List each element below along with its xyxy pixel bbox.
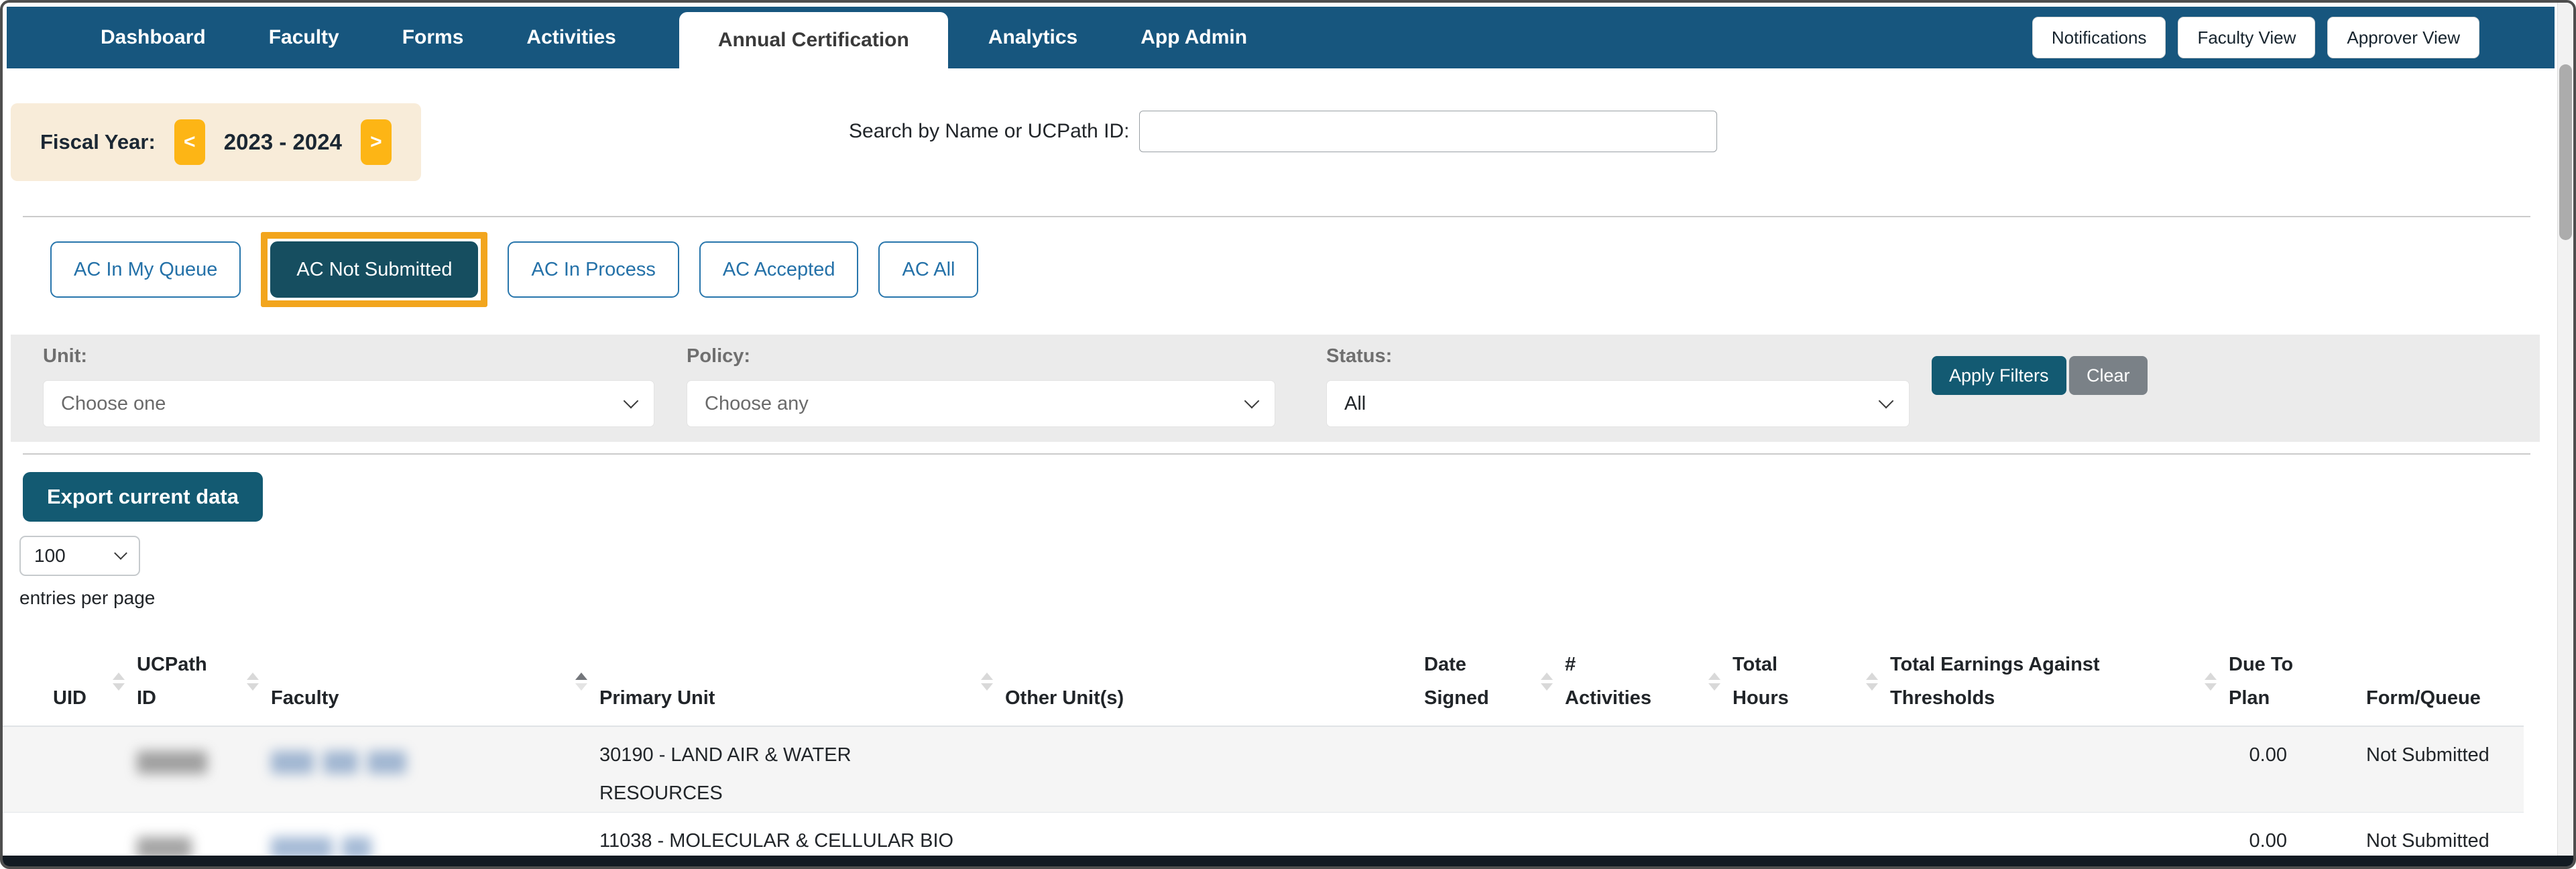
page-size-select[interactable]: 100	[19, 536, 140, 576]
cell-date-signed	[1424, 727, 1565, 813]
col-header-primary-unit[interactable]: Primary Unit	[599, 626, 1005, 726]
nav-app-admin[interactable]: App Admin	[1140, 7, 1247, 68]
selected-tab-highlight: AC Not Submitted	[261, 232, 488, 307]
nav-annual-certification[interactable]: Annual Certification	[679, 12, 948, 68]
nav-activities[interactable]: Activities	[526, 7, 616, 68]
top-nav: Dashboard Faculty Forms Activities Annua…	[7, 7, 2555, 68]
col-header-date-signed[interactable]: Date Signed	[1424, 626, 1565, 726]
sort-icon[interactable]	[1541, 673, 1553, 691]
cell-ucpath-id-redacted	[137, 727, 271, 813]
col-header-uid[interactable]: UID	[53, 626, 137, 726]
footer-bar	[3, 856, 2573, 866]
search-label: Search by Name or UCPath ID:	[849, 120, 1130, 142]
col-header-form-queue: Form/Queue	[2366, 687, 2481, 709]
cell-total-hours	[1733, 727, 1890, 813]
cell-total-earnings	[1890, 727, 2229, 813]
fiscal-year-value: 2023 - 2024	[223, 129, 342, 154]
sort-icon[interactable]	[113, 673, 125, 691]
sort-icon[interactable]	[2205, 673, 2217, 691]
nav-analytics[interactable]: Analytics	[988, 7, 1077, 68]
cell-form-queue: Not Submitted	[2366, 744, 2490, 766]
redacted-link	[323, 751, 358, 774]
page-size-value: 100	[34, 545, 66, 566]
filter-panel: Unit: Choose one Policy: Choose any Stat…	[11, 335, 2540, 442]
search-row: Search by Name or UCPath ID:	[849, 110, 1717, 153]
tab-ac-in-my-queue[interactable]: AC In My Queue	[50, 241, 241, 298]
col-header-total-hours[interactable]: Total Hours	[1733, 626, 1890, 726]
status-select-value: All	[1344, 392, 1366, 414]
tab-ac-accepted[interactable]: AC Accepted	[699, 241, 859, 298]
tab-ac-not-submitted[interactable]: AC Not Submitted	[270, 241, 479, 298]
divider	[23, 453, 2530, 455]
apply-filters-button[interactable]: Apply Filters	[1932, 356, 2066, 395]
status-filter-label: Status:	[1326, 345, 1393, 367]
chevron-down-icon	[1244, 393, 1260, 409]
cell-other-units	[1005, 727, 1424, 813]
divider	[23, 216, 2530, 217]
redacted-link	[271, 751, 314, 774]
sort-icon[interactable]	[1866, 673, 1878, 691]
export-current-data-button[interactable]: Export current data	[23, 472, 263, 522]
chevron-down-icon	[1878, 393, 1894, 409]
col-header-total-earnings[interactable]: Total Earnings Against Thresholds	[1890, 626, 2229, 726]
col-header-num-activities[interactable]: # Activities	[1565, 626, 1733, 726]
results-table: UID UCPath ID Faculty Primary Unit Other…	[3, 626, 2524, 866]
sort-icon[interactable]	[981, 673, 993, 691]
chevron-down-icon	[114, 546, 127, 560]
redacted-text	[137, 751, 207, 774]
redacted-link	[367, 751, 406, 774]
col-header-faculty[interactable]: Faculty	[271, 626, 599, 726]
cell-due-to-plan: 0.00	[2249, 744, 2287, 766]
faculty-view-button[interactable]: Faculty View	[2178, 17, 2316, 58]
vertical-scrollbar[interactable]	[2557, 3, 2573, 866]
notifications-button[interactable]: Notifications	[2032, 17, 2166, 58]
col-header-other-units: Other Unit(s)	[1005, 687, 1124, 709]
col-header-ucpath-id[interactable]: UCPath ID	[137, 626, 271, 726]
policy-select[interactable]: Choose any	[687, 380, 1275, 427]
approver-view-button[interactable]: Approver View	[2327, 17, 2479, 58]
app-window: Dashboard Faculty Forms Activities Annua…	[0, 0, 2576, 869]
policy-filter-label: Policy:	[687, 345, 751, 367]
sort-icon[interactable]	[247, 673, 259, 691]
fiscal-year-next-button[interactable]: >	[360, 119, 392, 165]
fiscal-year-label: Fiscal Year:	[40, 130, 156, 154]
unit-select[interactable]: Choose one	[43, 380, 654, 427]
clear-filters-button[interactable]: Clear	[2069, 356, 2148, 395]
fiscal-year-panel: Fiscal Year: < 2023 - 2024 >	[11, 103, 421, 181]
policy-select-value: Choose any	[705, 392, 809, 414]
table-row[interactable]: 30190 - LAND AIR & WATER RESOURCES 0.00 …	[3, 727, 2524, 813]
table-header-row: UID UCPath ID Faculty Primary Unit Other…	[3, 626, 2524, 727]
entries-per-page-label: entries per page	[19, 587, 156, 608]
sort-asc-icon[interactable]	[575, 673, 587, 691]
cell-num-activities	[1565, 727, 1733, 813]
unit-select-value: Choose one	[61, 392, 166, 414]
cell-primary-unit: 30190 - LAND AIR & WATER RESOURCES	[599, 744, 852, 804]
fiscal-year-prev-button[interactable]: <	[174, 119, 205, 165]
nav-faculty[interactable]: Faculty	[269, 7, 339, 68]
nav-forms[interactable]: Forms	[402, 7, 464, 68]
cell-uid	[53, 727, 137, 813]
col-header-due-to-plan: Due To Plan	[2229, 654, 2294, 709]
sort-icon[interactable]	[1708, 673, 1720, 691]
tab-ac-in-process[interactable]: AC In Process	[508, 241, 679, 298]
queue-tabs: AC In My Queue AC Not Submitted AC In Pr…	[50, 225, 979, 314]
scrollbar-thumb[interactable]	[2559, 64, 2572, 240]
search-input[interactable]	[1138, 111, 1717, 152]
status-select[interactable]: All	[1326, 380, 1910, 427]
unit-filter-label: Unit:	[43, 345, 88, 367]
nav-dashboard[interactable]: Dashboard	[101, 7, 206, 68]
nav-right-buttons: Notifications Faculty View Approver View	[2032, 17, 2479, 58]
cell-faculty-redacted[interactable]	[271, 727, 599, 813]
chevron-down-icon	[623, 393, 639, 409]
tab-ac-all[interactable]: AC All	[878, 241, 979, 298]
